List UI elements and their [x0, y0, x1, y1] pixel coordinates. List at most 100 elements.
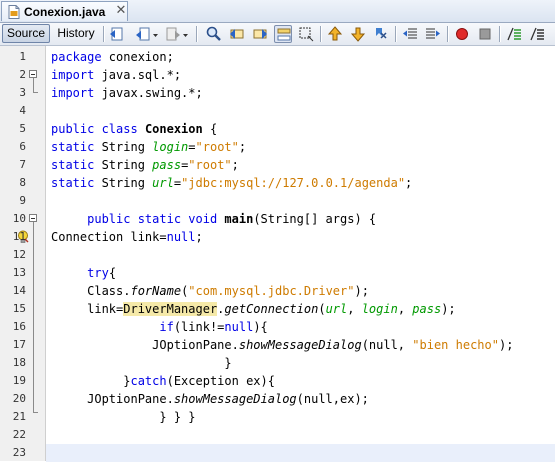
fold-line	[33, 78, 34, 92]
fold-toggle-icon[interactable]	[29, 214, 37, 222]
code-line: static String pass="root";	[51, 156, 239, 174]
line-number: 1	[19, 50, 26, 63]
line-number: 19	[12, 374, 26, 387]
code-token: javax.swing.*;	[94, 86, 203, 100]
code-token: "jdbc:mysql://127.0.0.1/agenda"	[181, 176, 406, 190]
code-token: showMessageDialog	[173, 392, 297, 406]
code-token: showMessageDialog	[238, 338, 362, 352]
close-icon[interactable]: ✕	[115, 4, 127, 18]
code-token: java.sql.*;	[94, 68, 182, 82]
code-line: JOptionPane.showMessageDialog(null,ex);	[51, 390, 369, 408]
code-token: url	[325, 302, 348, 316]
back-icon[interactable]	[134, 25, 152, 43]
rectangular-selection-icon[interactable]	[297, 25, 315, 43]
code-line: import javax.swing.*;	[51, 84, 203, 102]
comment-icon[interactable]	[505, 25, 523, 43]
line-number: 3	[19, 86, 26, 99]
code-token: ;	[238, 140, 247, 154]
code-token: (	[318, 302, 326, 316]
code-line: if(link!=null){	[51, 318, 267, 336]
line-number: 2	[19, 68, 26, 81]
line-number: 9	[19, 194, 26, 207]
start-macro-icon[interactable]	[453, 25, 471, 43]
line-number: 4	[19, 104, 26, 117]
code-token: JOptionPane.	[152, 338, 239, 352]
current-line-highlight	[46, 444, 555, 462]
line-number: 16	[12, 320, 26, 333]
code-token: "root"	[188, 158, 232, 172]
find-icon[interactable]	[205, 25, 223, 43]
line-number: 20	[12, 392, 26, 405]
history-button[interactable]: History	[52, 24, 100, 43]
code-token: );	[498, 338, 514, 352]
line-number-gutter[interactable]: 1 2 3 4 5 6 7 8 9 10 11 12 13 14 15 16 17 18 19 20 21 22 23	[0, 46, 46, 461]
code-token: conexion;	[101, 50, 174, 64]
line-number: 10	[12, 212, 26, 225]
code-line: static String login="root";	[51, 138, 246, 156]
code-token: public static void	[87, 212, 218, 226]
toolbar-separator	[196, 26, 198, 42]
stop-macro-icon[interactable]	[476, 25, 494, 43]
shift-left-icon[interactable]	[401, 25, 419, 43]
code-token: null	[166, 230, 196, 244]
code-token: if	[159, 320, 174, 334]
find-previous-icon[interactable]	[228, 25, 246, 43]
line-number: 21	[12, 410, 26, 423]
toggle-bookmark-icon[interactable]	[372, 25, 390, 43]
code-token: ;	[405, 176, 413, 190]
code-token: login	[361, 302, 398, 316]
code-token: "root"	[195, 140, 239, 154]
code-line: } } }	[51, 408, 195, 426]
source-button[interactable]: Source	[2, 24, 50, 43]
line-number: 8	[19, 176, 26, 189]
code-token: (null,	[361, 338, 413, 352]
chevron-down-icon[interactable]	[151, 25, 159, 43]
code-token: static	[51, 158, 95, 172]
code-token: );	[441, 302, 456, 316]
code-line: link=DriverManager.getConnection(url, lo…	[51, 300, 456, 318]
code-token: =	[188, 140, 196, 154]
code-token: }	[224, 356, 232, 370]
code-token: (Exception ex){	[166, 374, 275, 388]
fold-toggle-icon[interactable]	[29, 70, 37, 78]
toolbar-separator	[395, 26, 397, 42]
code-token: try	[87, 266, 109, 280]
line-number: 5	[19, 122, 26, 135]
line-number: 6	[19, 140, 26, 153]
code-line: public static void main(String[] args) {	[51, 210, 376, 228]
code-line: public class Conexion {	[51, 120, 217, 138]
code-editor[interactable]: package conexion; import java.sql.*; impor…	[46, 46, 555, 462]
previous-bookmark-icon[interactable]	[326, 25, 344, 43]
line-number: 15	[12, 302, 26, 315]
code-token: link=	[87, 302, 124, 316]
shift-right-icon[interactable]	[424, 25, 442, 43]
code-token: String	[94, 158, 153, 172]
last-edit-icon[interactable]	[108, 25, 126, 43]
code-token: DriverManager	[123, 302, 218, 316]
code-token: String	[94, 140, 153, 154]
code-token: {	[202, 122, 218, 136]
toolbar-separator	[320, 26, 322, 42]
code-token: import	[51, 68, 95, 82]
code-token: =	[173, 176, 182, 190]
next-bookmark-icon[interactable]	[349, 25, 367, 43]
find-next-icon[interactable]	[251, 25, 269, 43]
highlight-toggle-icon[interactable]	[274, 25, 292, 43]
code-token: login	[152, 140, 189, 154]
code-token: (link!=	[173, 320, 225, 334]
tab-conexion-java[interactable]: Conexion.java ✕	[1, 1, 128, 21]
fold-line-end	[33, 92, 38, 93]
line-number: 14	[12, 284, 26, 297]
code-token: (null,ex);	[296, 392, 369, 406]
code-token: "bien hecho"	[412, 338, 499, 352]
forward-icon[interactable]	[164, 25, 182, 43]
code-token: {	[108, 266, 117, 280]
chevron-down-icon[interactable]	[181, 25, 189, 43]
uncomment-icon[interactable]	[528, 25, 546, 43]
